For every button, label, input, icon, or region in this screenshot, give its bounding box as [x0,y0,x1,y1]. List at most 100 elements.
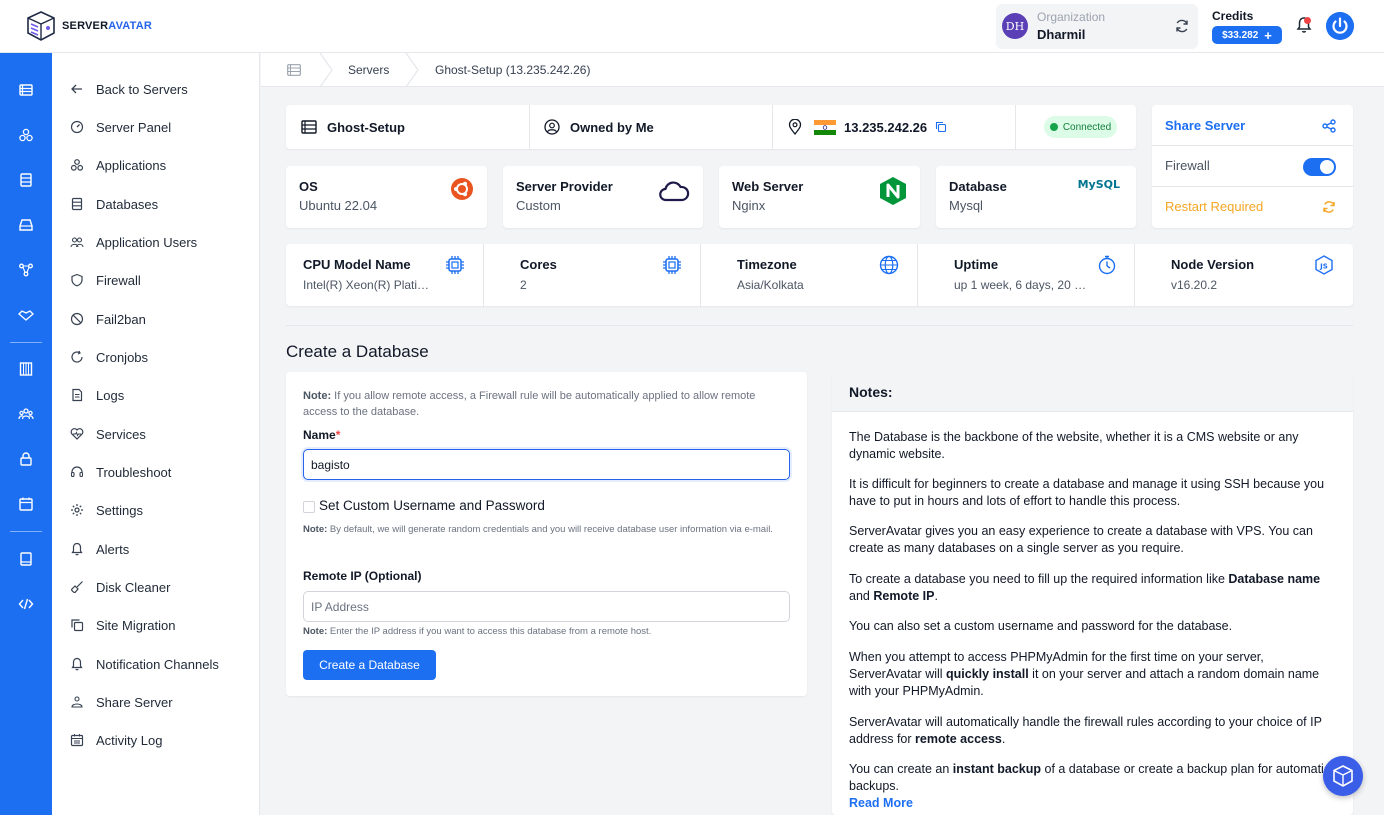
divider [483,244,484,306]
sidebar-item-databases[interactable]: Databases [70,194,158,214]
metric-title: Uptime [954,257,999,272]
firewall-toggle[interactable] [1303,158,1336,176]
sidebar-item-services[interactable]: Services [70,424,146,444]
server-name: Ghost-Setup [327,119,405,135]
sidebar-item-disk-cleaner[interactable]: Disk Cleaner [70,577,170,597]
server-actions-panel: Share Server Firewall Restart Required [1152,105,1353,228]
provider-card: Server Provider Custom [503,166,703,228]
sidebar-item-label: Alerts [96,541,130,557]
metric-node-version: Node Version v16.20.2 JS [1154,244,1353,306]
ubuntu-icon [451,178,473,200]
plus-icon: + [1264,27,1272,43]
sidebar-item-logs[interactable]: Logs [70,385,124,405]
rail-storage-icon[interactable] [18,217,34,233]
switch-org-icon[interactable] [1174,18,1190,34]
sidebar-item-label: Firewall [96,272,141,288]
user-circle-icon [544,119,560,135]
sidebar-item-settings[interactable]: Settings [70,500,143,520]
sidebar-item-firewall[interactable]: Firewall [70,270,141,290]
serveravatar-logo-icon [27,11,55,41]
rail-server-icon[interactable] [18,82,34,98]
sidebar-item-share-server[interactable]: Share Server [70,692,173,712]
sidebar-item-site-migration[interactable]: Site Migration [70,615,175,635]
rail-document-icon[interactable] [18,551,34,567]
rail-handshake-icon[interactable] [18,307,34,323]
note-paragraph: You can also set a custom username and p… [849,619,1233,633]
sidebar-item-fail2ban[interactable]: Fail2ban [70,309,146,329]
status-dot [1049,123,1058,131]
read-more-link[interactable]: Read More [849,796,913,810]
copy-ip-icon[interactable] [935,121,947,133]
restart-row[interactable]: Restart Required [1152,187,1352,227]
rail-lock-icon[interactable] [18,451,34,467]
server-metrics-strip: CPU Model Name Intel(R) Xeon(R) Platin..… [286,244,1353,306]
note-paragraph: When you attempt to access PHPMyAdmin fo… [849,650,1320,698]
brand-name: SERVERAVATAR [62,20,153,32]
sidebar-item-alerts[interactable]: Alerts [70,539,129,559]
page-title: Create a Database [286,342,429,361]
share-users-icon [71,696,83,708]
headset-icon [70,466,84,478]
restart-required-label[interactable]: Restart Required [1165,199,1263,214]
sidebar-item-label: Notification Channels [96,656,219,672]
organization-switcher[interactable]: DH Organization Dharmil [996,4,1198,49]
sidebar-item-server-panel[interactable]: Server Panel [70,117,171,137]
provider-title: Server Provider [516,179,613,194]
os-value: Ubuntu 22.04 [299,198,378,213]
support-chat-icon[interactable] [1323,756,1363,796]
file-text-icon [72,388,83,402]
database-name-input[interactable]: bagisto [303,449,790,480]
rail-applications-icon[interactable] [18,127,34,143]
heart-pulse-icon [70,428,84,440]
os-card: OS Ubuntu 22.04 [286,166,487,228]
metric-value: v16.20.2 [1171,278,1218,292]
sidebar-item-activity-log[interactable]: Activity Log [70,730,162,750]
share-server-link[interactable]: Share Server [1165,118,1245,133]
cpu-icon [446,256,464,274]
sidebar-item-label: Services [96,426,146,442]
create-database-button[interactable]: Create a Database [303,650,436,680]
sidebar-item-application-users[interactable]: Application Users [70,232,197,252]
rail-calendar-icon[interactable] [18,496,34,512]
server-list-icon[interactable] [287,64,301,76]
note-paragraph: ServerAvatar gives you an easy experienc… [849,524,1313,555]
credits-label: Credits [1212,9,1254,23]
ip-cell: 13.235.242.26 [788,105,947,149]
sidebar-item-label: Activity Log [96,732,163,748]
nodejs-icon: JS [1315,255,1333,275]
rail-database-icon[interactable] [18,172,34,188]
sidebar-item-label: Back to Servers [96,81,188,97]
note-paragraph: The Database is the backbone of the webs… [849,430,1299,461]
metric-value: Asia/Kolkata [737,278,804,292]
power-icon[interactable] [1326,12,1354,40]
sidebar-item-label: Server Panel [96,119,172,135]
brand-logo[interactable]: SERVERAVATAR [26,10,152,42]
breadcrumb-servers-link[interactable]: Servers [348,63,389,77]
breadcrumb-separator [319,53,333,87]
add-credits-button[interactable]: $33.282 + [1212,26,1282,44]
metric-value: Intel(R) Xeon(R) Platin... [303,278,433,292]
share-server-row[interactable]: Share Server [1152,105,1352,145]
sidebar-item-back-to-servers[interactable]: Back to Servers [70,79,188,99]
metric-title: Node Version [1171,257,1255,272]
rail-team-icon[interactable] [18,406,34,422]
sidebar-item-applications[interactable]: Applications [70,155,166,175]
rail-network-icon[interactable] [18,262,34,278]
sidebar-item-cronjobs[interactable]: Cronjobs [70,347,148,367]
provider-value: Custom [516,198,561,213]
server-summary-strip: Ghost-Setup Owned by Me 13.235.242.26 Co… [286,105,1136,149]
sidebar-item-notification-channels[interactable]: Notification Channels [70,654,219,674]
metric-cpu-model: CPU Model Name Intel(R) Xeon(R) Platin..… [286,244,483,306]
rail-code-icon[interactable] [18,596,34,612]
metric-title: Timezone [737,257,797,272]
restart-icon[interactable] [1322,200,1336,214]
remote-ip-input[interactable]: IP Address [303,591,790,622]
custom-credentials-checkbox[interactable] [303,501,315,513]
rail-billing-icon[interactable] [18,361,34,377]
sidebar-item-label: Disk Cleaner [96,579,171,595]
share-icon[interactable] [1322,119,1336,133]
location-pin-icon [788,119,802,135]
sidebar-item-troubleshoot[interactable]: Troubleshoot [70,462,171,482]
database-card: Database Mysql MySQL [936,166,1136,228]
custom-credentials-label[interactable]: Set Custom Username and Password [319,498,545,513]
